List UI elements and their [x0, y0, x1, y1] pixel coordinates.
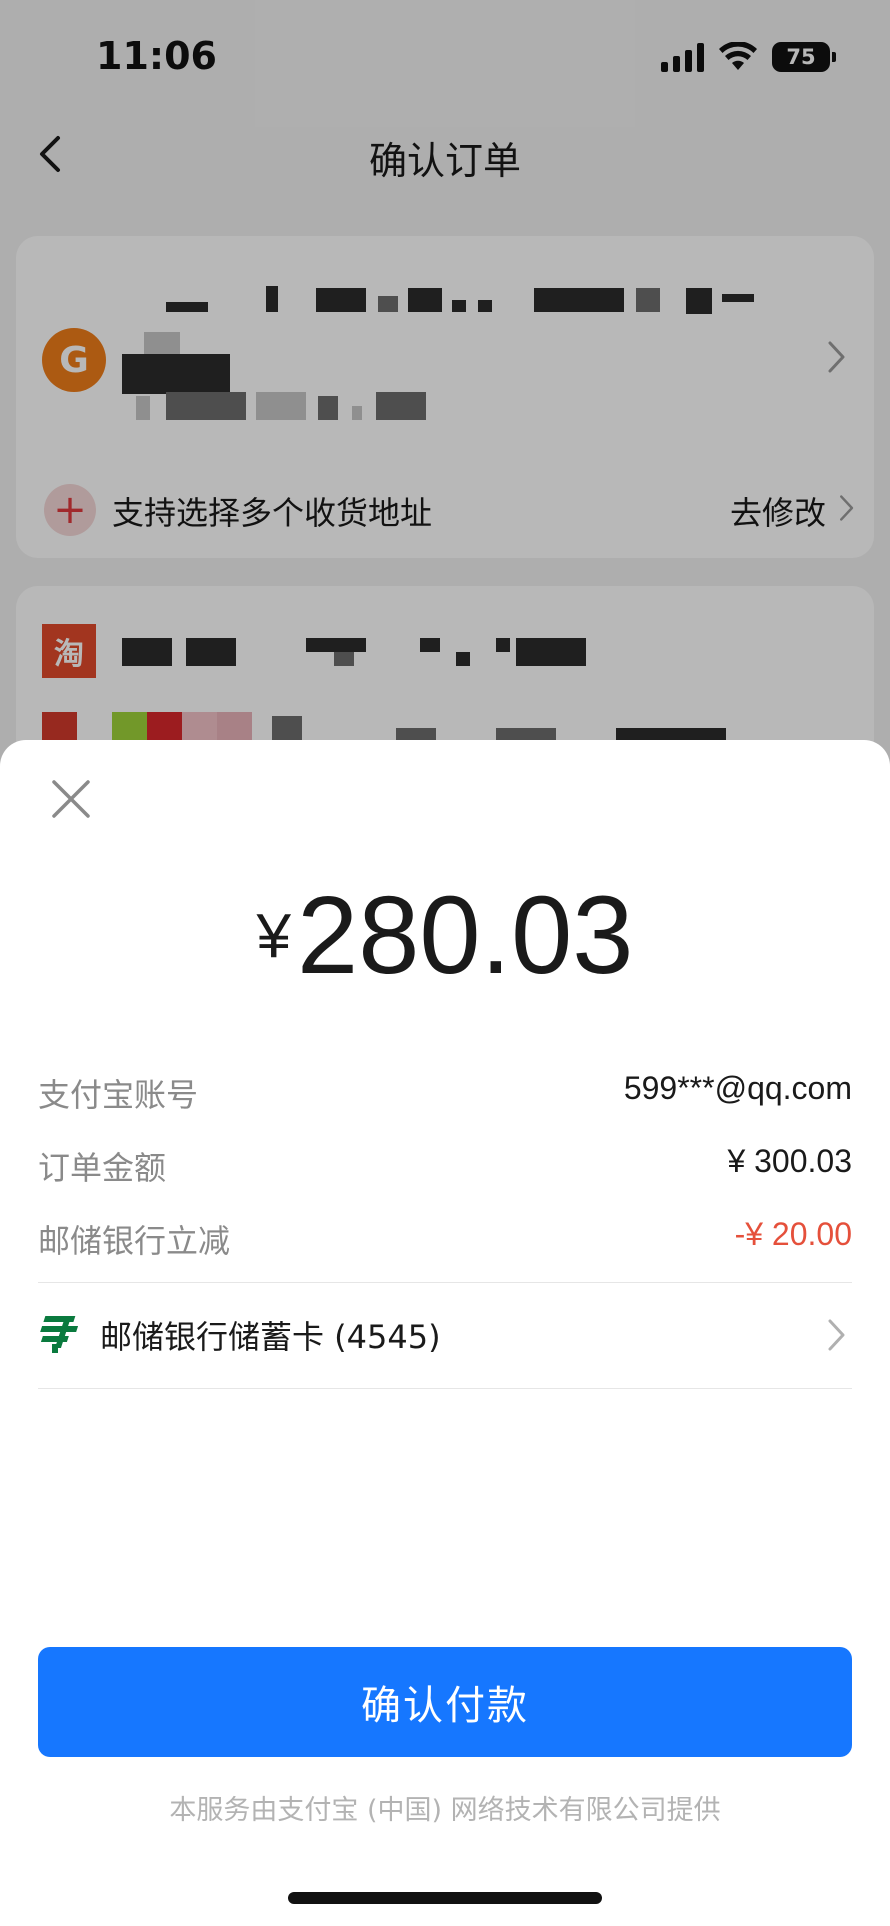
amount-value: 280.03: [297, 874, 634, 997]
account-row: 支付宝账号 599***@qq.com: [38, 1060, 852, 1133]
provider-note: 本服务由支付宝 (中国) 网络技术有限公司提供: [169, 1795, 721, 1826]
payment-sheet: ¥280.03 支付宝账号 599***@qq.com 订单金额 ¥ 300.0…: [0, 740, 890, 1926]
payment-method-label: 邮储银行储蓄卡 (4545): [100, 1318, 441, 1356]
order-confirm-screen: 11:06 75 确认订单 G + 支持选择多个收货地址 去修改 淘 ¥280.…: [0, 0, 890, 1926]
order-amount-value: ¥ 300.03: [727, 1143, 852, 1179]
divider: [38, 1388, 852, 1389]
payment-details: 支付宝账号 599***@qq.com 订单金额 ¥ 300.03 邮储银行立减…: [38, 1060, 852, 1279]
payment-method-selector[interactable]: 邮储银行储蓄卡 (4545): [38, 1282, 852, 1386]
chevron-right-icon: [828, 1319, 845, 1351]
order-amount-row: 订单金额 ¥ 300.03: [38, 1133, 852, 1206]
home-indicator[interactable]: [288, 1892, 602, 1904]
discount-row: 邮储银行立减 -¥ 20.00: [38, 1206, 852, 1279]
postal-bank-icon: [40, 1316, 78, 1353]
confirm-payment-button[interactable]: 确认付款: [38, 1647, 852, 1757]
account-label: 支付宝账号: [38, 1076, 199, 1114]
account-value: 599***@qq.com: [623, 1070, 852, 1106]
currency-symbol: ¥: [256, 902, 292, 971]
discount-value: -¥ 20.00: [734, 1216, 852, 1252]
order-amount-label: 订单金额: [38, 1149, 167, 1187]
payment-amount: ¥280.03: [0, 872, 890, 999]
discount-label: 邮储银行立减: [38, 1222, 231, 1260]
close-icon[interactable]: [46, 774, 96, 824]
